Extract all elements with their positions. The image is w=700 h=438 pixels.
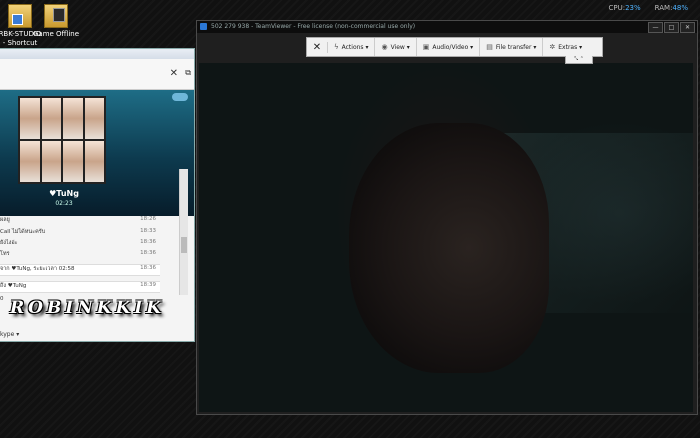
- teamviewer-icon: [200, 23, 207, 30]
- teamviewer-title-bar[interactable]: 502 279 938 - TeamViewer - Free license …: [197, 21, 697, 33]
- close-icon[interactable]: ✕: [680, 22, 695, 33]
- call-log-message: จาก ♥TuNg, ระยะเวลา 02:58 18:36: [0, 264, 160, 276]
- teamviewer-window[interactable]: 502 279 938 - TeamViewer - Free license …: [196, 20, 698, 415]
- close-icon[interactable]: ✕: [170, 68, 178, 79]
- maximize-icon[interactable]: □: [664, 22, 679, 33]
- call-duration: 02:23: [55, 200, 73, 207]
- call-panel: ♥TuNg 02:23: [0, 90, 194, 216]
- remote-video-subject: [349, 123, 549, 373]
- dock-icon[interactable]: ⧉: [185, 68, 191, 78]
- audio-video-icon: ▣: [422, 43, 430, 51]
- skype-title-bar[interactable]: [0, 49, 194, 59]
- extras-menu[interactable]: ✲ Extras ▾: [543, 38, 588, 56]
- cpu-meter: CPU:23%: [608, 4, 641, 12]
- window-title: 502 279 938 - TeamViewer - Free license …: [211, 23, 416, 30]
- chevron-up-icon: ⌃: [579, 56, 584, 62]
- eye-icon: ◉: [381, 43, 388, 51]
- file-transfer-menu[interactable]: ▤ File transfer ▾: [480, 38, 544, 56]
- skype-status-menu[interactable]: kype ▾: [0, 331, 180, 338]
- toolbar-collapse-handle[interactable]: ⤡ ⌃: [565, 56, 593, 64]
- chat-scrollbar[interactable]: [179, 169, 188, 295]
- system-meter: CPU:23% RAM:48%: [609, 4, 689, 12]
- contact-name: ♥TuNg: [49, 189, 79, 198]
- desktop-icon-game-offline[interactable]: Game Offline: [32, 4, 80, 39]
- actions-menu[interactable]: ϟ Actions ▾: [328, 38, 376, 56]
- extras-icon: ✲: [549, 43, 556, 51]
- cpu-value: 23%: [625, 4, 641, 12]
- minimize-icon[interactable]: —: [648, 22, 663, 33]
- folder-icon: [44, 4, 68, 28]
- file-transfer-icon: ▤: [486, 43, 493, 51]
- ram-value: 48%: [672, 4, 688, 12]
- chat-message: ยังไงอ่ะ 18:36: [0, 239, 156, 246]
- close-session-icon[interactable]: ✕: [307, 41, 328, 53]
- scrollbar-thumb[interactable]: [181, 237, 187, 253]
- skype-logo-icon: [172, 93, 188, 101]
- skype-toolbar: ✕ ⧉: [0, 59, 194, 90]
- chat-message: ผลยู 18:26: [0, 216, 156, 223]
- contact-avatar: [18, 96, 106, 184]
- teamviewer-toolbar: ✕ ϟ Actions ▾ ◉ View ▾ ▣ Audio/Video ▾ ▤ Fil…: [306, 37, 603, 57]
- desktop-icon-label: Game Offline: [32, 30, 80, 38]
- chat-message: Call ไม่ได้หนะครับ 18:33: [0, 228, 156, 235]
- lightning-icon: ϟ: [334, 43, 339, 51]
- ram-meter: RAM:48%: [654, 4, 688, 12]
- folder-shortcut-icon: [8, 4, 32, 28]
- chat-message: โทร 18:36: [0, 250, 156, 257]
- watermark-text: ROBINKKIK: [10, 298, 166, 318]
- desktop-icon-label-2: - Shortcut: [2, 39, 38, 47]
- view-menu[interactable]: ◉ View ▾: [375, 38, 417, 56]
- audio-video-menu[interactable]: ▣ Audio/Video ▾: [417, 38, 481, 56]
- fullscreen-icon: ⤡: [574, 56, 579, 62]
- call-log-message: ถึง ♥TuNg 18:39: [0, 281, 160, 293]
- remote-screen[interactable]: [199, 63, 693, 412]
